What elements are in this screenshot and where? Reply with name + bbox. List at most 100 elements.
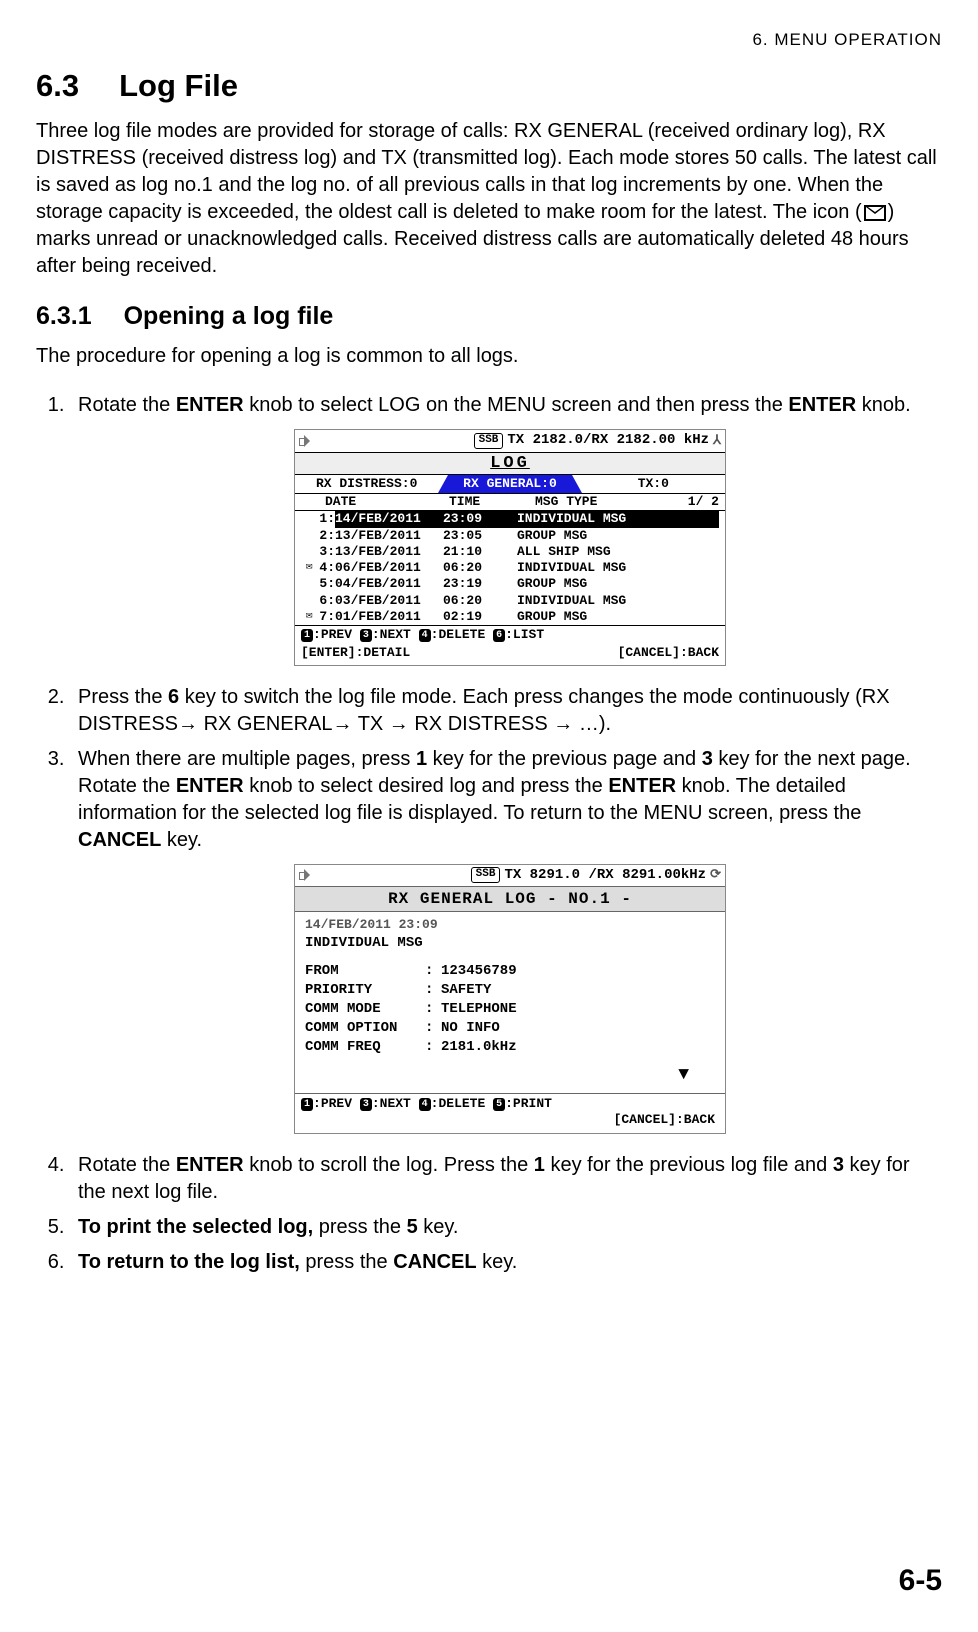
step3-b: key for the previous page and <box>427 748 702 770</box>
scroll-down-icon[interactable]: ▼ <box>305 1057 715 1091</box>
step3-f: key. <box>161 829 202 851</box>
subsection-title: Opening a log file <box>124 302 334 330</box>
field-row: COMM OPTION:NO INFO <box>305 1019 715 1038</box>
row-date: 13/FEB/2011 <box>335 528 443 544</box>
key-6: 6 <box>168 686 179 708</box>
tab-tx[interactable]: TX:0 <box>582 475 725 493</box>
col-msgtype: MSG TYPE <box>535 494 675 510</box>
softkey-delete: :DELETE <box>431 627 493 642</box>
log-row[interactable]: 6: 03/FEB/2011 06:20 INDIVIDUAL MSG <box>301 593 719 609</box>
row-time: 21:10 <box>443 544 517 560</box>
keycap-4: 4 <box>419 1098 431 1111</box>
cancel-back-hint: [CANCEL]:BACK <box>618 645 719 661</box>
intro-text-a: Three log file modes are provided for st… <box>36 120 937 223</box>
screen1-columns: DATE TIME MSG TYPE 1/ 2 <box>295 494 725 511</box>
step6-a: To return to the log list, <box>78 1251 300 1273</box>
step-5: To print the selected log, press the 5 k… <box>70 1214 942 1241</box>
log-datetime: 14/FEB/2011 23:09 <box>305 916 715 934</box>
key-1-b: 1 <box>534 1154 545 1176</box>
freq-readout: TX 2182.0/RX 2182.00 kHz <box>507 432 709 450</box>
key-5: 5 <box>407 1216 418 1238</box>
field-value: 2181.0kHz <box>441 1038 517 1057</box>
row-msg: GROUP MSG <box>517 609 719 625</box>
step2-a: Press the <box>78 686 168 708</box>
step4-c: key for the previous log file and <box>545 1154 833 1176</box>
log-row[interactable]: ✉ 4: 06/FEB/2011 06:20 INDIVIDUAL MSG <box>301 560 719 576</box>
field-label: FROM <box>305 962 425 981</box>
field-label: COMM MODE <box>305 1000 425 1019</box>
field-label: COMM FREQ <box>305 1038 425 1057</box>
page: 6. MENU OPERATION 6.3Log File Three log … <box>0 0 978 1632</box>
screen1-footer2: [ENTER]:DETAIL [CANCEL]:BACK <box>295 644 725 664</box>
row-msg: GROUP MSG <box>517 576 719 592</box>
row-date: 04/FEB/2011 <box>335 576 443 592</box>
row-date: 01/FEB/2011 <box>335 609 443 625</box>
tab-rx-general[interactable]: RX GENERAL:0 <box>438 475 581 493</box>
key-3-b: 3 <box>833 1154 844 1176</box>
row-date: 06/FEB/2011 <box>335 560 443 576</box>
row-time: 23:09 <box>443 511 517 527</box>
field-row: COMM MODE:TELEPHONE <box>305 1000 715 1019</box>
section-title: Log File <box>119 68 238 103</box>
log-row[interactable]: 2: 13/FEB/2011 23:05 GROUP MSG <box>301 528 719 544</box>
row-num: 1: <box>317 511 335 527</box>
row-msg: INDIVIDUAL MSG <box>517 511 719 527</box>
step-4: Rotate the ENTER knob to scroll the log.… <box>70 1152 942 1206</box>
enter-detail-hint: [ENTER]:DETAIL <box>301 645 410 661</box>
log-row[interactable]: ✉ 7: 01/FEB/2011 02:19 GROUP MSG <box>301 609 719 625</box>
row-time: 06:20 <box>443 560 517 576</box>
row-time: 23:19 <box>443 576 517 592</box>
screen1-softkeys: 1:PREV 3:NEXT 4:DELETE 6:LIST <box>295 625 725 644</box>
field-row: COMM FREQ:2181.0kHz <box>305 1038 715 1057</box>
step-6: To return to the log list, press the CAN… <box>70 1249 942 1276</box>
cancel-key-2: CANCEL <box>393 1251 476 1273</box>
field-label: COMM OPTION <box>305 1019 425 1038</box>
section-heading: 6.3 Log File <box>36 68 942 104</box>
row-time: 23:05 <box>443 528 517 544</box>
tab-rx-distress[interactable]: RX DISTRESS:0 <box>295 475 438 493</box>
log-row[interactable]: 5: 04/FEB/2011 23:19 GROUP MSG <box>301 576 719 592</box>
step5-c: key. <box>418 1216 459 1238</box>
step4-a: Rotate the <box>78 1154 176 1176</box>
keycap-5: 5 <box>493 1098 505 1111</box>
row-num: 3: <box>317 544 335 560</box>
row-num: 4: <box>317 560 335 576</box>
step-3: When there are multiple pages, press 1 k… <box>70 746 942 1134</box>
screen2-title: RX GENERAL LOG - NO.1 - <box>295 886 725 912</box>
intro-paragraph: Three log file modes are provided for st… <box>36 118 942 280</box>
log-row[interactable]: 3: 13/FEB/2011 21:10 ALL SHIP MSG <box>301 544 719 560</box>
screen2-statusbar: SSB TX 8291.0 /RX 8291.00kHz ⟳ <box>295 865 725 887</box>
step3-a: When there are multiple pages, press <box>78 748 416 770</box>
row-date: 14/FEB/2011 <box>335 511 443 527</box>
key-3: 3 <box>702 748 713 770</box>
keycap-3: 3 <box>360 1098 372 1111</box>
subsection-number: 6.3.1 <box>36 302 92 331</box>
row-time: 06:20 <box>443 593 517 609</box>
log-row[interactable]: 1: 14/FEB/2011 23:09 INDIVIDUAL MSG <box>301 511 719 527</box>
row-date: 13/FEB/2011 <box>335 544 443 560</box>
screen2-body: 14/FEB/2011 23:09 INDIVIDUAL MSG FROM:12… <box>295 912 725 1093</box>
softkey-list: :LIST <box>505 627 544 642</box>
field-value: 123456789 <box>441 962 517 981</box>
softkey-delete: :DELETE <box>431 1096 493 1111</box>
page-indicator: 1/ 2 <box>675 494 719 510</box>
row-msg: INDIVIDUAL MSG <box>517 593 719 609</box>
step6-b: press the <box>300 1251 393 1273</box>
section-number: 6.3 <box>36 68 79 104</box>
softkey-prev: :PREV <box>313 627 360 642</box>
unread-icon: ✉ <box>301 610 317 624</box>
speaker-icon <box>299 435 313 447</box>
col-date: DATE <box>301 494 449 510</box>
enter-knob: ENTER <box>176 394 244 416</box>
softkey-prev: :PREV <box>313 1096 360 1111</box>
field-row: FROM:123456789 <box>305 962 715 981</box>
step5-a: To print the selected log, <box>78 1216 313 1238</box>
row-msg: GROUP MSG <box>517 528 719 544</box>
row-msg: INDIVIDUAL MSG <box>517 560 719 576</box>
field-value: TELEPHONE <box>441 1000 517 1019</box>
log-detail-screen: SSB TX 8291.0 /RX 8291.00kHz ⟳ RX GENERA… <box>294 864 726 1134</box>
freq-readout: TX 8291.0 /RX 8291.00kHz <box>504 867 706 885</box>
cancel-key: CANCEL <box>78 829 161 851</box>
step-1: Rotate the ENTER knob to select LOG on t… <box>70 392 942 666</box>
antenna-icon: ⅄ <box>713 433 721 449</box>
